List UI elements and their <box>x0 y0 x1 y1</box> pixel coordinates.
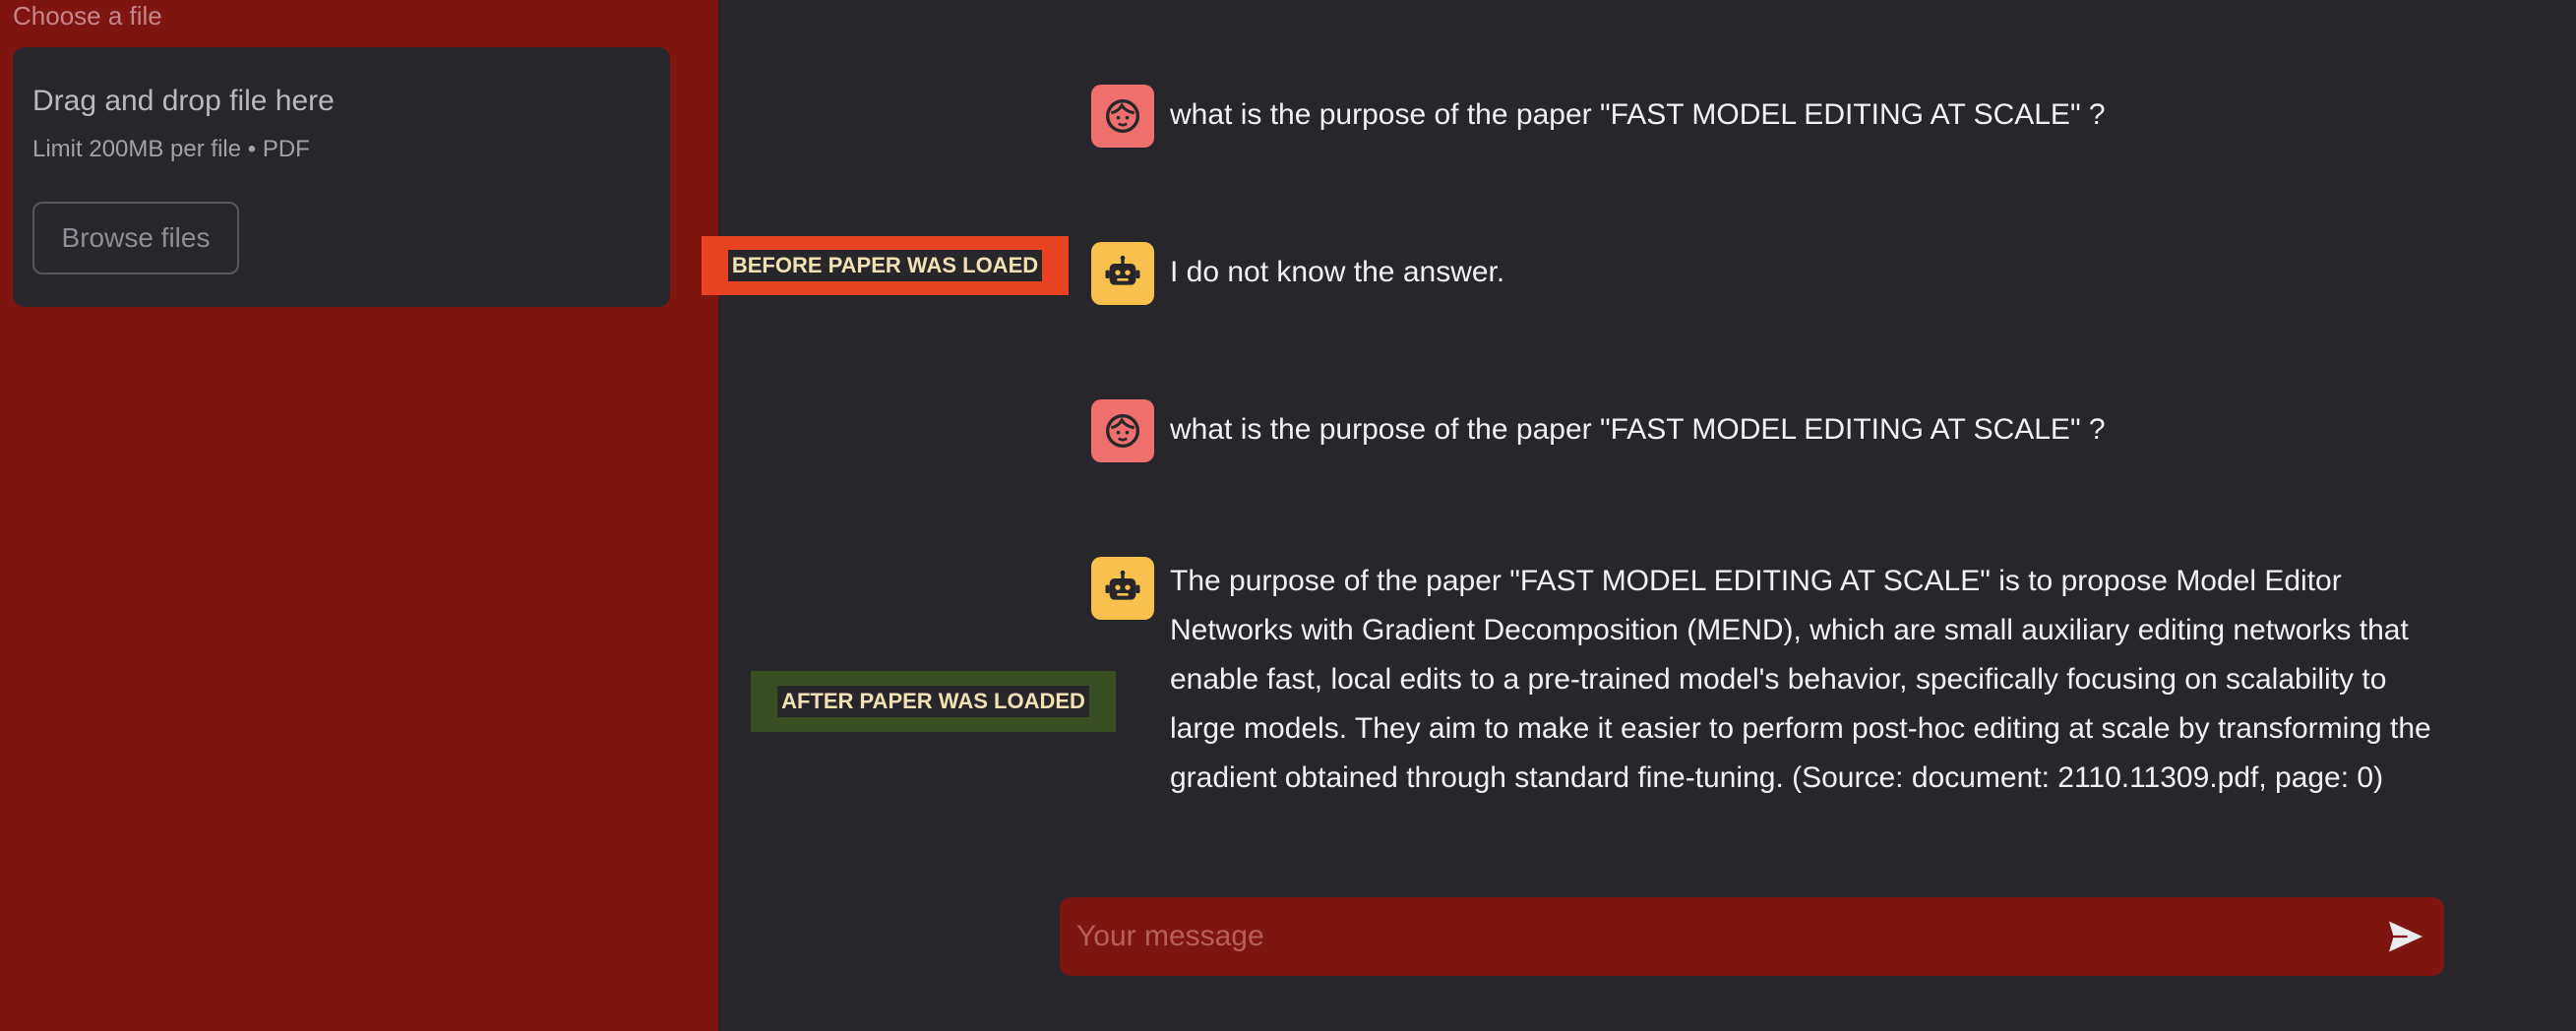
file-uploader-label: Choose a file <box>13 1 162 30</box>
assistant-avatar <box>1091 242 1154 305</box>
chat-message-assistant: The purpose of the paper "FAST MODEL EDI… <box>1170 565 2431 794</box>
chat-message-user: what is the purpose of the paper "FAST M… <box>1170 98 2106 131</box>
send-button[interactable] <box>2385 917 2426 956</box>
user-avatar <box>1091 399 1154 462</box>
user-face-icon <box>1106 99 1139 133</box>
annotation-before-label: BEFORE PAPER WAS LOAED <box>727 250 1043 281</box>
user-face-icon <box>1106 414 1139 448</box>
robot-icon <box>1105 570 1140 600</box>
user-avatar <box>1091 85 1154 148</box>
robot-icon <box>1105 255 1140 285</box>
send-icon <box>2389 921 2423 952</box>
chat-input-container <box>1060 897 2444 976</box>
browse-files-button[interactable]: Browse files <box>32 202 239 274</box>
chat-message-assistant: I do not know the answer. <box>1170 256 1505 288</box>
annotation-after: AFTER PAPER WAS LOADED <box>751 671 1116 732</box>
dropzone-limit: Limit 200MB per file • PDF <box>32 136 310 162</box>
chat-message-user: what is the purpose of the paper "FAST M… <box>1170 413 2106 446</box>
dropzone-title: Drag and drop file here <box>32 85 335 117</box>
sidebar: Choose a file Drag and drop file here Li… <box>0 0 718 1031</box>
chat-message-input[interactable] <box>1076 897 2356 976</box>
assistant-avatar <box>1091 557 1154 620</box>
annotation-before: BEFORE PAPER WAS LOAED <box>702 236 1069 295</box>
annotation-after-label: AFTER PAPER WAS LOADED <box>777 686 1089 717</box>
